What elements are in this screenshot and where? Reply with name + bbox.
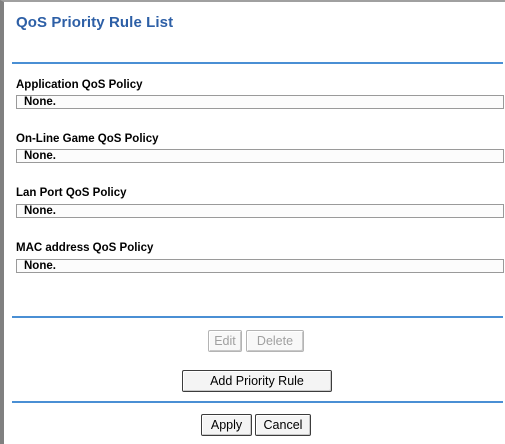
list-divider	[12, 316, 503, 318]
delete-button[interactable]: Delete	[246, 330, 304, 352]
application-qos-label: Application QoS Policy	[16, 79, 143, 91]
page-title: QoS Priority Rule List	[16, 14, 174, 31]
cancel-button[interactable]: Cancel	[255, 414, 311, 436]
add-priority-rule-button[interactable]: Add Priority Rule	[182, 370, 332, 392]
footer-divider	[12, 401, 503, 403]
application-qos-list: None.	[16, 95, 504, 109]
qos-priority-panel: QoS Priority Rule List Application QoS P…	[0, 0, 505, 444]
apply-button[interactable]: Apply	[201, 414, 252, 436]
header-divider	[12, 62, 503, 64]
online-game-qos-list: None.	[16, 149, 504, 163]
lan-port-qos-label: Lan Port QoS Policy	[16, 187, 127, 199]
edit-button[interactable]: Edit	[208, 330, 242, 352]
mac-address-qos-list: None.	[16, 259, 504, 273]
online-game-qos-label: On-Line Game QoS Policy	[16, 133, 159, 145]
mac-address-qos-label: MAC address QoS Policy	[16, 242, 154, 254]
lan-port-qos-list: None.	[16, 204, 504, 218]
